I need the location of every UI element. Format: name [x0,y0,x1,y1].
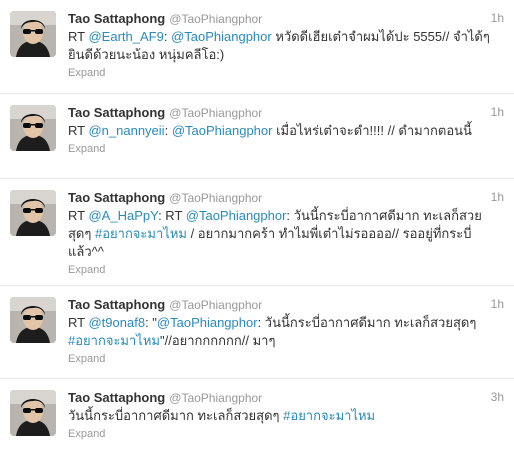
tweet-fullname[interactable]: Tao Sattaphong [68,297,165,312]
tweet-fullname[interactable]: Tao Sattaphong [68,390,165,405]
tweet-text-segment: "//อยากกกกกก// มาๆ [159,333,276,348]
tweet-timestamp[interactable]: 1h [491,189,504,206]
tweet-text-segment: : [164,123,172,138]
tweet-text: RT @A_HaPpY: RT @TaoPhiangphor: วันนี้กร… [68,207,504,261]
tweet-username[interactable]: @TaoPhiangphor [169,298,262,312]
tweet-header: Tao Sattaphong @TaoPhiangphor [68,104,504,121]
tweet-header: Tao Sattaphong @TaoPhiangphor [68,296,504,313]
mention-link[interactable]: @TaoPhiangphor [186,208,287,223]
hashtag-link[interactable]: #อยากจะมาไหม [68,333,160,348]
tweet-text: RT @t9onaf8: "@TaoPhiangphor: วันนี้กระบ… [68,314,504,350]
tweet-text-segment: RT [68,29,89,44]
hashtag-link[interactable]: #อยากจะมาไหม [95,226,187,241]
tweet-item[interactable]: Tao Sattaphong @TaoPhiangphor 1h RT @Eart… [0,0,514,94]
tweet-text-segment: RT [68,315,89,330]
tweet-timestamp[interactable]: 3h [491,389,504,406]
tweet-text-segment: เมื่อไหร่เต๋าจะดำ!!!! // ดำมากตอนนี้ [272,123,472,138]
expand-link[interactable]: Expand [68,353,504,365]
tweet-item[interactable]: Tao Sattaphong @TaoPhiangphor 1h RT @t9on… [0,286,514,379]
tweet-text-segment: : " [145,315,157,330]
tweet-timestamp[interactable]: 1h [491,104,504,121]
mention-link[interactable]: @n_nannyeii [88,123,164,138]
expand-link[interactable]: Expand [68,67,504,79]
avatar[interactable] [10,190,56,236]
timeline: Tao Sattaphong @TaoPhiangphor 1h RT @Eart… [0,0,514,462]
expand-link[interactable]: Expand [68,264,504,276]
expand-link[interactable]: Expand [68,143,504,155]
tweet-header: Tao Sattaphong @TaoPhiangphor [68,10,504,27]
tweet-text-segment: วันนี้กระบี่อากาศดีมาก ทะเลก็สวยสุดๆ [68,408,284,423]
avatar[interactable] [10,390,56,436]
tweet-text: วันนี้กระบี่อากาศดีมาก ทะเลก็สวยสุดๆ #อย… [68,407,504,425]
mention-link[interactable]: @Earth_AF9 [88,29,163,44]
tweet-item[interactable]: Tao Sattaphong @TaoPhiangphor 1h RT @n_na… [0,94,514,179]
mention-link[interactable]: @t9onaf8 [88,315,145,330]
avatar[interactable] [10,297,56,343]
tweet-header: Tao Sattaphong @TaoPhiangphor [68,189,504,206]
tweet-username[interactable]: @TaoPhiangphor [169,106,262,120]
mention-link[interactable]: @TaoPhiangphor [171,29,272,44]
avatar[interactable] [10,105,56,151]
tweet-username[interactable]: @TaoPhiangphor [169,191,262,205]
tweet-username[interactable]: @TaoPhiangphor [169,391,262,405]
tweet-text-segment: RT [68,208,89,223]
tweet-fullname[interactable]: Tao Sattaphong [68,11,165,26]
tweet-text: RT @n_nannyeii: @TaoPhiangphor เมื่อไหร่… [68,122,504,140]
tweet-item[interactable]: Tao Sattaphong @TaoPhiangphor 1h RT @A_Ha… [0,179,514,286]
tweet-text-segment: RT [68,123,89,138]
tweet-fullname[interactable]: Tao Sattaphong [68,105,165,120]
tweet-text: RT @Earth_AF9: @TaoPhiangphor หวัดดีเฮีย… [68,28,504,64]
mention-link[interactable]: @TaoPhiangphor [157,315,258,330]
mention-link[interactable]: @TaoPhiangphor [172,123,273,138]
tweet-username[interactable]: @TaoPhiangphor [169,12,262,26]
tweet-text-segment: : RT [158,208,186,223]
hashtag-link[interactable]: #อยากจะมาไหม [283,408,375,423]
expand-link[interactable]: Expand [68,428,504,440]
tweet-timestamp[interactable]: 1h [491,10,504,27]
tweet-timestamp[interactable]: 1h [491,296,504,313]
avatar[interactable] [10,11,56,57]
tweet-item[interactable]: Tao Sattaphong @TaoPhiangphor 3h วันนี้กร… [0,379,514,462]
tweet-header: Tao Sattaphong @TaoPhiangphor [68,389,504,406]
tweet-text-segment: : [163,29,172,44]
tweet-fullname[interactable]: Tao Sattaphong [68,190,165,205]
mention-link[interactable]: @A_HaPpY [88,208,158,223]
tweet-text-segment: : วันนี้กระบี่อากาศดีมาก ทะเลก็สวยสุดๆ [257,315,477,330]
